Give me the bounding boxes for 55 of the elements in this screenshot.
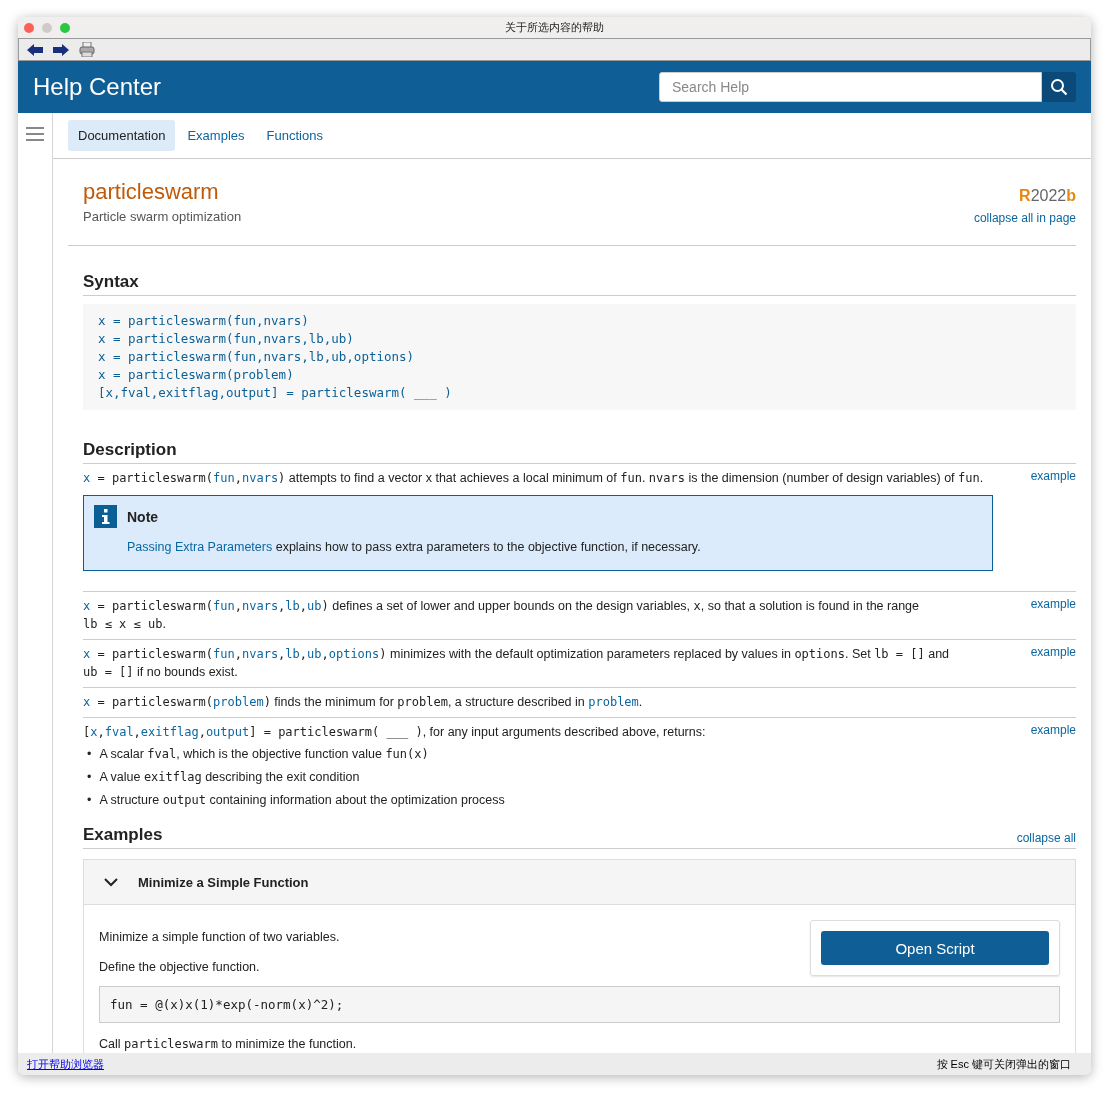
esc-hint: 按 Esc 键可关闭弹出的窗口	[936, 1056, 1071, 1072]
section-heading: Syntax	[83, 272, 139, 292]
note-title: Note	[127, 508, 159, 525]
info-icon	[94, 505, 117, 528]
bullet-mark: •	[87, 792, 92, 809]
search-button[interactable]	[1042, 72, 1076, 102]
close-icon[interactable]	[24, 22, 34, 33]
code-line: [x,fval,exitflag,output] = particleswarm( ___ )	[98, 384, 453, 402]
release-label: R2022b	[1019, 187, 1076, 205]
example-link[interactable]: example	[1030, 723, 1076, 737]
open-browser-link[interactable]: 打开帮助浏览器	[27, 1056, 104, 1072]
example-link[interactable]: example	[1030, 469, 1076, 483]
bullet-item: A value exitflag describing the exit condition	[99, 769, 360, 786]
search-icon	[1050, 78, 1068, 96]
section-heading: Description	[83, 440, 177, 460]
nav-tab[interactable]: Documentation	[68, 120, 176, 151]
back-arrow-icon[interactable]	[27, 43, 43, 56]
code-block: fun = @(x)x(1)*exp(-norm(x)^2);	[99, 986, 1060, 1023]
zoom-icon[interactable]	[60, 22, 70, 33]
description-text: x = particleswarm(fun,nvars,lb,ub) defines a set of lower and upper bounds on the design variables, x, so that a solution is found in the range lb ≤ x ≤ ub.	[83, 598, 920, 633]
collapse-all-link[interactable]: collapse all in page	[973, 211, 1076, 225]
chevron-icon	[104, 877, 118, 887]
description-text: x = particleswarm(fun,nvars) attempts to find a vector x that achieves a local minimum of fun. nvars is the dimension (number of design variables) of fun.	[83, 470, 985, 487]
description-text: x = particleswarm(fun,nvars,lb,ub,options) minimizes with the default optimization parameters replaced by values in options. Set lb = [] and ub = [] if no bounds exist.	[83, 646, 951, 681]
nav-tab[interactable]: Examples	[177, 120, 255, 151]
description-text: x = particleswarm(problem) finds the minimum for problem, a structure described in problem.	[83, 694, 644, 711]
open-script-button[interactable]: Open Script	[821, 931, 1049, 965]
help-center-title: Help Center	[33, 73, 162, 101]
section-heading: Examples	[83, 825, 163, 845]
code-line: x = particleswarm(fun,nvars,lb,ub,options)	[98, 348, 416, 366]
example-link[interactable]: example	[1030, 597, 1076, 611]
printer-icon[interactable]	[79, 42, 95, 57]
code-line: x = particleswarm(problem)	[98, 366, 295, 384]
page-subtitle: Particle swarm optimization	[83, 209, 242, 224]
example-header[interactable]: Minimize a Simple Function	[84, 860, 1075, 905]
bullet-item: A structure output containing information about the optimization process	[99, 792, 505, 809]
bullet-item: A scalar fval, which is the objective function value fun(x)	[99, 746, 429, 763]
description-text: [x,fval,exitflag,output] = particleswarm( ___ ), for any input arguments described above, returns:	[83, 724, 707, 741]
note-text: Passing Extra Parameters explains how to pass extra parameters to the objective function, if necessary.	[127, 539, 702, 556]
bullet-mark: •	[87, 769, 92, 786]
example-text: Call particleswarm to minimize the function.	[99, 1036, 358, 1053]
parameters-link[interactable]: Passing Extra Parameters	[127, 540, 273, 554]
collapse-all-link[interactable]: collapse all	[1016, 831, 1076, 845]
nav-tab[interactable]: Functions	[256, 120, 333, 151]
example-link[interactable]: example	[1030, 645, 1076, 659]
search-field[interactable]: Search Help	[659, 72, 1042, 102]
menu-icon[interactable]	[26, 127, 44, 141]
code-line: x = particleswarm(fun,nvars,lb,ub)	[98, 330, 355, 348]
window-title: 关于所选内容的帮助	[505, 20, 604, 35]
code-line: x = particleswarm(fun,nvars)	[98, 312, 310, 330]
forward-arrow-icon[interactable]	[53, 43, 69, 56]
page-title: particleswarm	[83, 179, 220, 205]
example-text: Minimize a simple function of two variables.	[99, 929, 340, 946]
example-text: Define the objective function.	[99, 959, 261, 976]
bullet-mark: •	[87, 746, 92, 763]
